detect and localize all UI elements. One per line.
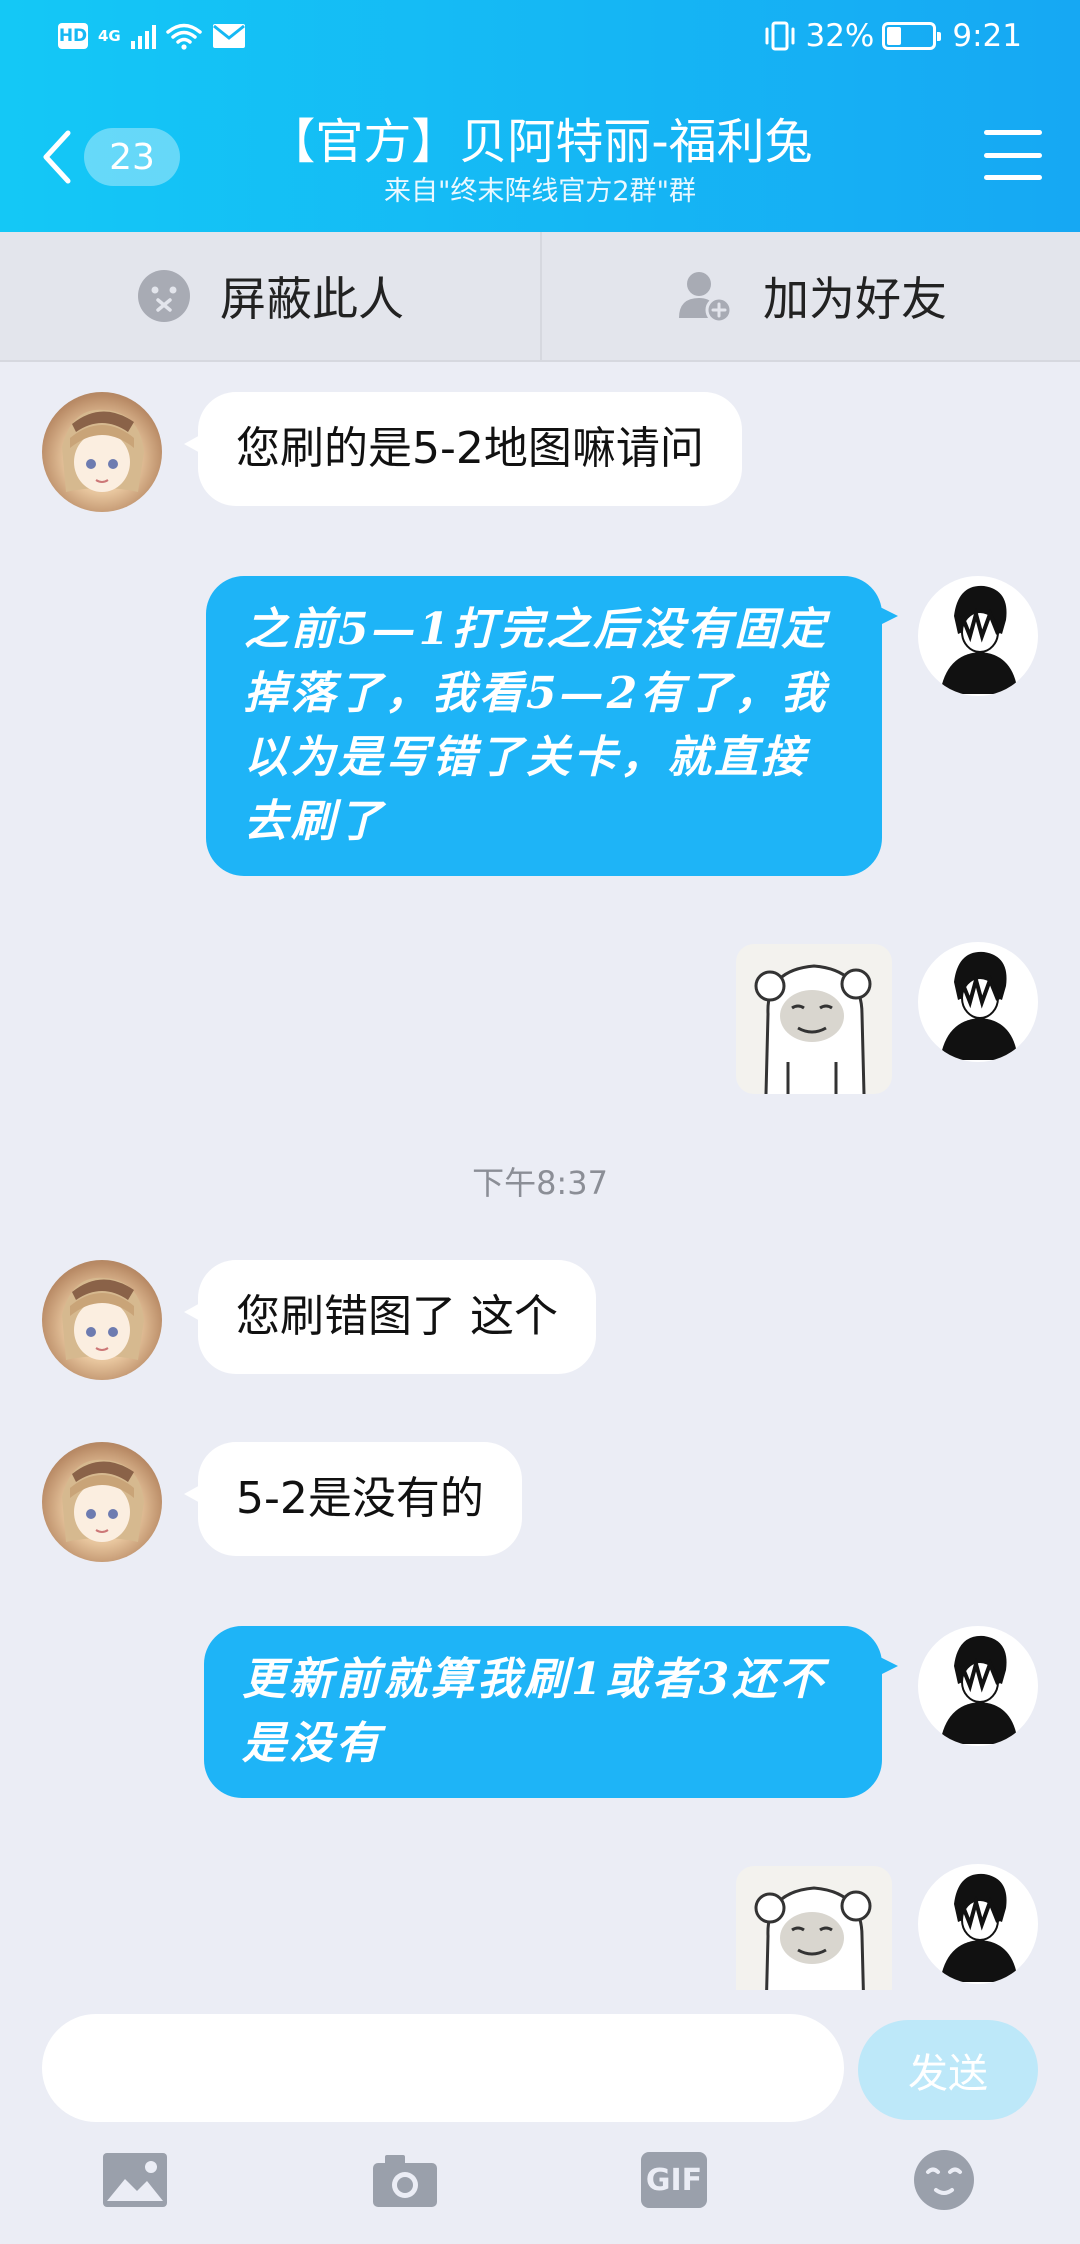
hd-voice-icon: HD	[58, 23, 88, 49]
camera-button[interactable]	[365, 2140, 445, 2220]
my-avatar[interactable]	[918, 576, 1038, 696]
sender-avatar[interactable]	[42, 1260, 162, 1380]
message-list[interactable]: 您刷的是5-2地图嘛请问 之前5—1打完之后没有固定 掉落了，我看5—2有了，我…	[0, 362, 1080, 1990]
message-line: 是没有	[242, 1718, 383, 1769]
gif-label: GIF	[645, 2162, 703, 2198]
emoji-button[interactable]	[904, 2140, 984, 2220]
anime-girl-avatar-icon	[62, 409, 144, 492]
chat-title-block: 【官方】贝阿特丽-福利兔 来自"终末阵线官方2群"群	[200, 110, 880, 210]
add-friend-icon	[679, 272, 733, 324]
add-friend-button[interactable]: 加为好友	[540, 232, 1080, 360]
panda-face-sticker-icon	[754, 964, 872, 1094]
back-button[interactable]: 23	[40, 122, 190, 192]
stranger-action-bar: 屏蔽此人 加为好友	[0, 232, 1080, 362]
block-user-button[interactable]: 屏蔽此人	[0, 232, 540, 360]
composer-toolbar: GIF	[0, 2140, 1080, 2244]
message-line: 掉落了，我看5—2有了，我	[244, 668, 829, 719]
battery-fill	[887, 27, 902, 45]
sticker-message[interactable]	[736, 944, 892, 1094]
image-icon	[103, 2153, 167, 2207]
my-avatar[interactable]	[918, 1626, 1038, 1746]
block-face-icon	[138, 270, 190, 322]
message-input[interactable]	[42, 2014, 844, 2122]
sender-avatar[interactable]	[42, 1442, 162, 1562]
page-title: 【官方】贝阿特丽-福利兔	[267, 114, 813, 170]
message-line: 以为是写错了关卡，就直接	[244, 732, 808, 783]
anime-girl-avatar-icon	[62, 1459, 144, 1542]
menu-icon	[984, 130, 1042, 135]
incoming-message[interactable]: 5-2是没有的	[184, 1442, 522, 1556]
gif-button[interactable]: GIF	[634, 2140, 714, 2220]
battery-percent: 32%	[805, 18, 875, 54]
message-line: 之前5—1打完之后没有固定	[244, 604, 829, 655]
sketch-boy-avatar-icon	[940, 951, 1018, 1060]
sketch-boy-avatar-icon	[940, 1635, 1018, 1744]
chevron-left-icon	[43, 130, 71, 184]
my-avatar[interactable]	[918, 942, 1038, 1062]
sketch-boy-avatar-icon	[940, 1873, 1018, 1982]
emoji-icon	[914, 2150, 974, 2210]
clock: 9:21	[952, 18, 1022, 54]
menu-button[interactable]	[984, 130, 1042, 180]
message-timestamp: 下午8:37	[472, 1164, 608, 1202]
image-picker-button[interactable]	[95, 2140, 175, 2220]
vibrate-icon	[765, 21, 795, 51]
send-button[interactable]: 发送	[858, 2020, 1038, 2120]
my-avatar[interactable]	[918, 1864, 1038, 1984]
incoming-message[interactable]: 您刷的是5-2地图嘛请问	[184, 392, 742, 506]
camera-icon	[373, 2155, 437, 2207]
composer: 发送 GIF	[0, 1990, 1080, 2244]
incoming-message[interactable]: 您刷错图了 这个	[184, 1260, 596, 1374]
anime-girl-avatar-icon	[62, 1277, 144, 1360]
sender-avatar[interactable]	[42, 392, 162, 512]
message-line: 去刷了	[244, 796, 385, 847]
unread-count-badge: 23	[84, 128, 180, 186]
network-type: 4G	[98, 27, 121, 45]
mail-icon	[212, 24, 245, 48]
sticker-message[interactable]	[736, 1866, 892, 1990]
outgoing-message[interactable]: 之前5—1打完之后没有固定 掉落了，我看5—2有了，我 以为是写错了关卡，就直接…	[206, 576, 898, 876]
group-source-subtitle: 来自"终末阵线官方2群"群	[383, 176, 696, 207]
sketch-boy-avatar-icon	[940, 585, 1018, 694]
battery-icon	[882, 22, 942, 50]
message-line: 更新前就算我刷1或者3还不	[242, 1654, 827, 1705]
signal-icon	[130, 23, 156, 49]
add-friend-label: 加为好友	[763, 272, 947, 326]
panda-face-sticker-icon	[754, 1886, 872, 1990]
outgoing-message[interactable]: 更新前就算我刷1或者3还不 是没有	[204, 1626, 898, 1798]
chat-header: HD 4G 32% 9:21 23 【官方】贝阿特丽-福利兔 来自"终末阵线官方…	[0, 0, 1080, 232]
status-bar: HD 4G 32% 9:21	[0, 0, 1080, 80]
wifi-icon	[166, 23, 202, 50]
gif-icon: GIF	[641, 2152, 707, 2208]
block-user-label: 屏蔽此人	[220, 272, 404, 326]
